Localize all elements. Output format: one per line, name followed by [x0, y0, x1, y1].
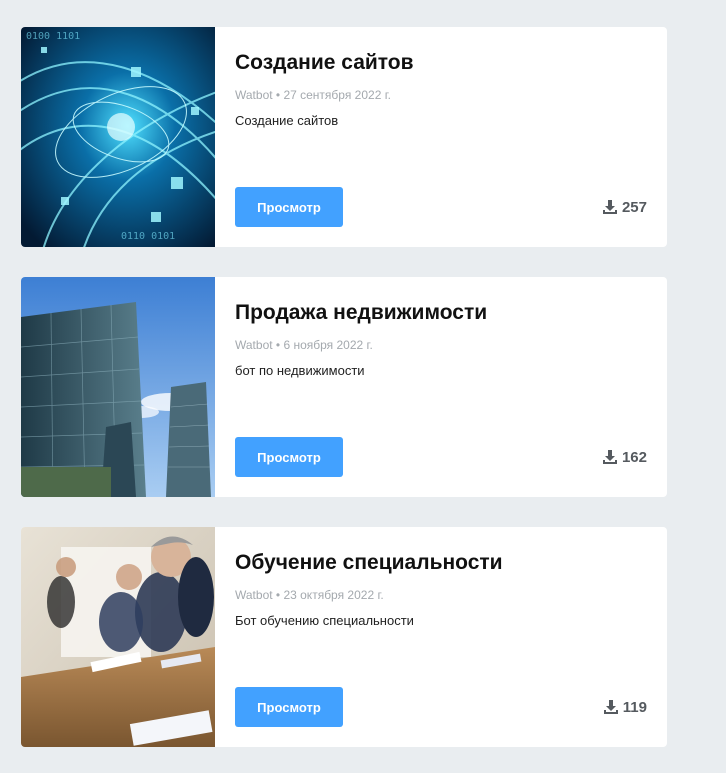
card-image[interactable]: [21, 527, 215, 747]
card-title[interactable]: Создание сайтов: [235, 51, 414, 75]
card-image[interactable]: [21, 277, 215, 497]
date: 23 октября 2022 г.: [283, 588, 384, 602]
bot-card: Обучение специальности Watbot • 23 октяб…: [21, 527, 667, 747]
card-meta: Watbot • 27 сентября 2022 г.: [235, 88, 391, 102]
download-count-value: 257: [621, 198, 647, 216]
view-button[interactable]: Просмотр: [235, 187, 343, 227]
download-count: 162: [602, 447, 647, 467]
card-description: бот по недвижимости: [235, 363, 365, 378]
card-description: Бот обучению специальности: [235, 613, 414, 628]
svg-text:0100 1101: 0100 1101: [26, 31, 80, 42]
date: 6 ноября 2022 г.: [283, 338, 373, 352]
author: Watbot: [235, 338, 273, 352]
view-button[interactable]: Просмотр: [235, 687, 343, 727]
download-count-value: 119: [622, 698, 647, 716]
download-icon: [602, 450, 617, 464]
date: 27 сентября 2022 г.: [283, 88, 391, 102]
download-icon: [603, 700, 618, 714]
download-count: 257: [602, 197, 647, 217]
view-button[interactable]: Просмотр: [235, 437, 343, 477]
author: Watbot: [235, 588, 273, 602]
card-meta: Watbot • 23 октября 2022 г.: [235, 588, 384, 602]
bot-card: Продажа недвижимости Watbot • 6 ноября 2…: [21, 277, 667, 497]
card-description: Создание сайтов: [235, 113, 339, 128]
card-image[interactable]: 0100 1101 0110 0101: [21, 27, 215, 247]
download-count-value: 162: [621, 448, 647, 466]
card-title[interactable]: Продажа недвижимости: [235, 301, 487, 325]
download-icon: [602, 200, 617, 214]
download-count: 119: [603, 697, 647, 717]
card-title[interactable]: Обучение специальности: [235, 551, 503, 575]
svg-text:0110 0101: 0110 0101: [121, 231, 175, 242]
card-meta: Watbot • 6 ноября 2022 г.: [235, 338, 373, 352]
bot-card: 0100 1101 0110 0101 Создание сайтов Watb…: [21, 27, 667, 247]
author: Watbot: [235, 88, 273, 102]
